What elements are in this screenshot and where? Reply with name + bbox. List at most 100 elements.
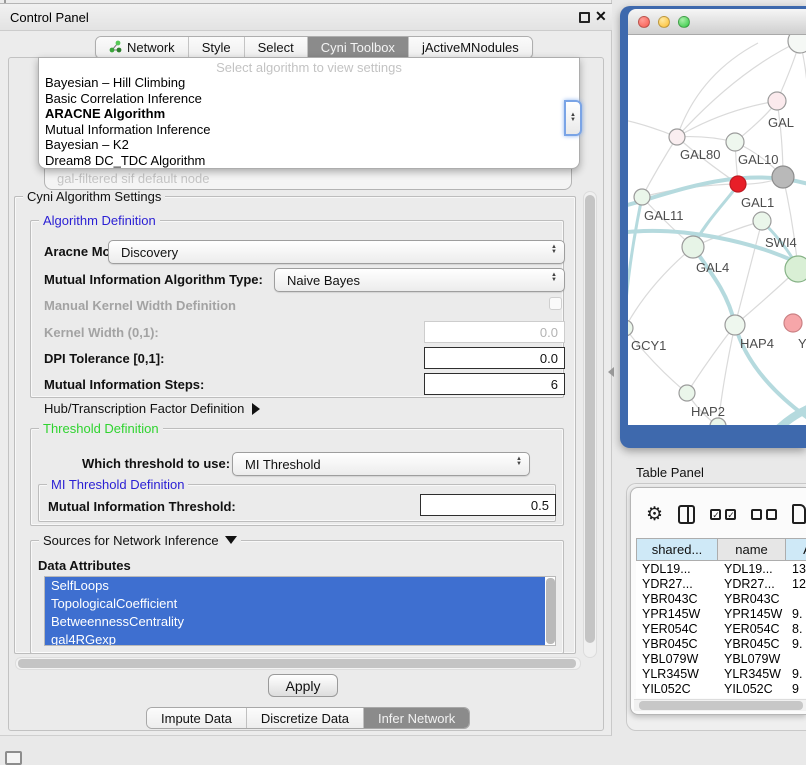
algorithm-option[interactable]: Basic Correlation Inference (39, 91, 579, 107)
table-cell[interactable]: YPR145W (718, 606, 786, 621)
network-node[interactable] (785, 256, 806, 282)
tab-cyni-toolbox[interactable]: Cyni Toolbox (308, 37, 409, 58)
algorithm-combobox-fragment[interactable]: ▲▼ (564, 100, 582, 136)
network-node[interactable] (753, 212, 771, 230)
table-cell[interactable]: 9 (786, 681, 806, 696)
network-node[interactable] (726, 133, 744, 151)
algorithm-option[interactable]: Mutual Information Inference (39, 122, 579, 138)
minimize-traffic-light[interactable] (658, 16, 670, 28)
table-cell[interactable]: 9. (786, 636, 806, 651)
table-cell[interactable]: YBR045C (718, 636, 786, 651)
attribute-list-item[interactable]: SelfLoops (45, 577, 545, 595)
table-cell[interactable]: YIL052C (636, 681, 718, 696)
network-node[interactable] (768, 92, 786, 110)
attribute-list-item[interactable]: TopologicalCoefficient (45, 595, 545, 613)
table-cell[interactable]: 9. (786, 606, 806, 621)
kernel-width-field[interactable]: 0.0 (424, 321, 565, 343)
sources-title[interactable]: Sources for Network Inference (39, 533, 241, 548)
network-node[interactable] (710, 418, 726, 425)
network-edge[interactable] (628, 247, 693, 328)
which-threshold-combobox[interactable]: MI Threshold ▲▼ (232, 452, 530, 476)
column-header[interactable]: A (786, 538, 806, 561)
mi-type-combobox[interactable]: Naive Bayes ▲▼ (274, 268, 565, 292)
column-header[interactable]: shared... (636, 538, 718, 561)
table-cell[interactable]: 12 (786, 576, 806, 591)
mi-threshold-field[interactable]: 0.5 (420, 494, 556, 516)
network-node[interactable] (669, 129, 685, 145)
table-horizontal-scrollbar-thumb[interactable] (639, 701, 803, 710)
table-cell[interactable]: YBL079W (636, 651, 718, 666)
network-node[interactable] (628, 320, 633, 336)
attribute-list-item[interactable]: gal4RGexp (45, 631, 545, 646)
table-cell[interactable]: YIL052C (718, 681, 786, 696)
network-edge-thick[interactable] (693, 247, 735, 325)
table-cell[interactable]: YER054C (718, 621, 786, 636)
algorithm-option[interactable]: Bayesian – K2 (39, 137, 579, 153)
apply-button[interactable]: Apply (268, 674, 338, 697)
table-cell[interactable] (786, 591, 806, 606)
settings-horizontal-scrollbar-thumb[interactable] (18, 659, 576, 668)
table-cell[interactable]: YER054C (636, 621, 718, 636)
gear-icon[interactable]: ⚙ (646, 505, 663, 524)
table-cell[interactable]: 13 (786, 561, 806, 576)
zoom-traffic-light[interactable] (678, 16, 690, 28)
column-header[interactable]: name (718, 538, 786, 561)
float-window-icon[interactable] (579, 12, 590, 23)
attribute-list-item[interactable]: BetweennessCentrality (45, 613, 545, 631)
tab-impute-data[interactable]: Impute Data (147, 708, 247, 728)
select-all-checkboxes-icon[interactable]: ✓✓ (710, 509, 736, 520)
tab-discretize-data[interactable]: Discretize Data (247, 708, 364, 728)
table-cell[interactable]: YBR043C (718, 591, 786, 606)
panel-divider-grip[interactable] (608, 367, 614, 377)
network-edge[interactable] (642, 137, 677, 197)
mi-steps-field[interactable]: 6 (424, 373, 565, 395)
network-node[interactable] (784, 314, 802, 332)
table-cell[interactable]: 8. (786, 621, 806, 636)
network-node[interactable] (682, 236, 704, 258)
deselect-all-checkboxes-icon[interactable] (751, 509, 777, 520)
settings-vertical-scrollbar-thumb[interactable] (585, 195, 595, 643)
table-cell[interactable]: YBR043C (636, 591, 718, 606)
network-edge-thick[interactable] (776, 407, 806, 425)
algorithm-option[interactable]: Dream8 DC_TDC Algorithm (39, 153, 579, 169)
table-cell[interactable]: YDL19... (718, 561, 786, 576)
attributes-scrollbar-thumb[interactable] (546, 578, 555, 644)
close-traffic-light[interactable] (638, 16, 650, 28)
tab-select[interactable]: Select (245, 37, 308, 58)
network-window-titlebar[interactable] (628, 9, 806, 35)
tab-infer-network[interactable]: Infer Network (364, 708, 469, 728)
table-cell[interactable]: YDR27... (636, 576, 718, 591)
table-cell[interactable]: YPR145W (636, 606, 718, 621)
network-edge[interactable] (735, 221, 762, 325)
algorithm-option[interactable]: Bayesian – Hill Climbing (39, 75, 579, 91)
table-cell[interactable]: YLR345W (636, 666, 718, 681)
table-cell[interactable] (786, 651, 806, 666)
table-cell[interactable]: 9. (786, 666, 806, 681)
close-icon[interactable]: ✕ (595, 8, 607, 25)
tab-style[interactable]: Style (189, 37, 245, 58)
hub-definition-toggle[interactable]: Hub/Transcription Factor Definition (44, 401, 260, 416)
table-cell[interactable]: YLR345W (718, 666, 786, 681)
network-node[interactable] (725, 315, 745, 335)
manual-kernel-checkbox[interactable] (549, 297, 562, 310)
network-node[interactable] (679, 385, 695, 401)
network-node[interactable] (772, 166, 794, 188)
network-node[interactable] (634, 189, 650, 205)
minimized-panel-icon[interactable] (5, 751, 22, 765)
aracne-mode-combobox[interactable]: Discovery ▲▼ (108, 240, 565, 264)
table-cell[interactable]: YBR045C (636, 636, 718, 651)
split-pane-icon[interactable] (678, 505, 695, 524)
network-edge[interactable] (677, 43, 758, 137)
table-cell[interactable]: YDR27... (718, 576, 786, 591)
dpi-tolerance-field[interactable]: 0.0 (424, 347, 565, 369)
tab-network[interactable]: Network (96, 37, 189, 58)
network-node-label: HAP4 (740, 336, 774, 351)
table-cell[interactable]: YBL079W (718, 651, 786, 666)
network-node[interactable] (788, 35, 806, 53)
new-table-page-icon[interactable] (792, 504, 806, 524)
tab-jactivemnodules[interactable]: jActiveMNodules (409, 37, 532, 58)
network-node[interactable] (730, 176, 746, 192)
network-canvas[interactable]: GALGAL80GAL10GAL1GAL11SWI4GAL4GCY1HAP4YH… (628, 35, 806, 425)
algorithm-option[interactable]: ARACNE Algorithm (39, 106, 579, 122)
table-cell[interactable]: YDL19... (636, 561, 718, 576)
